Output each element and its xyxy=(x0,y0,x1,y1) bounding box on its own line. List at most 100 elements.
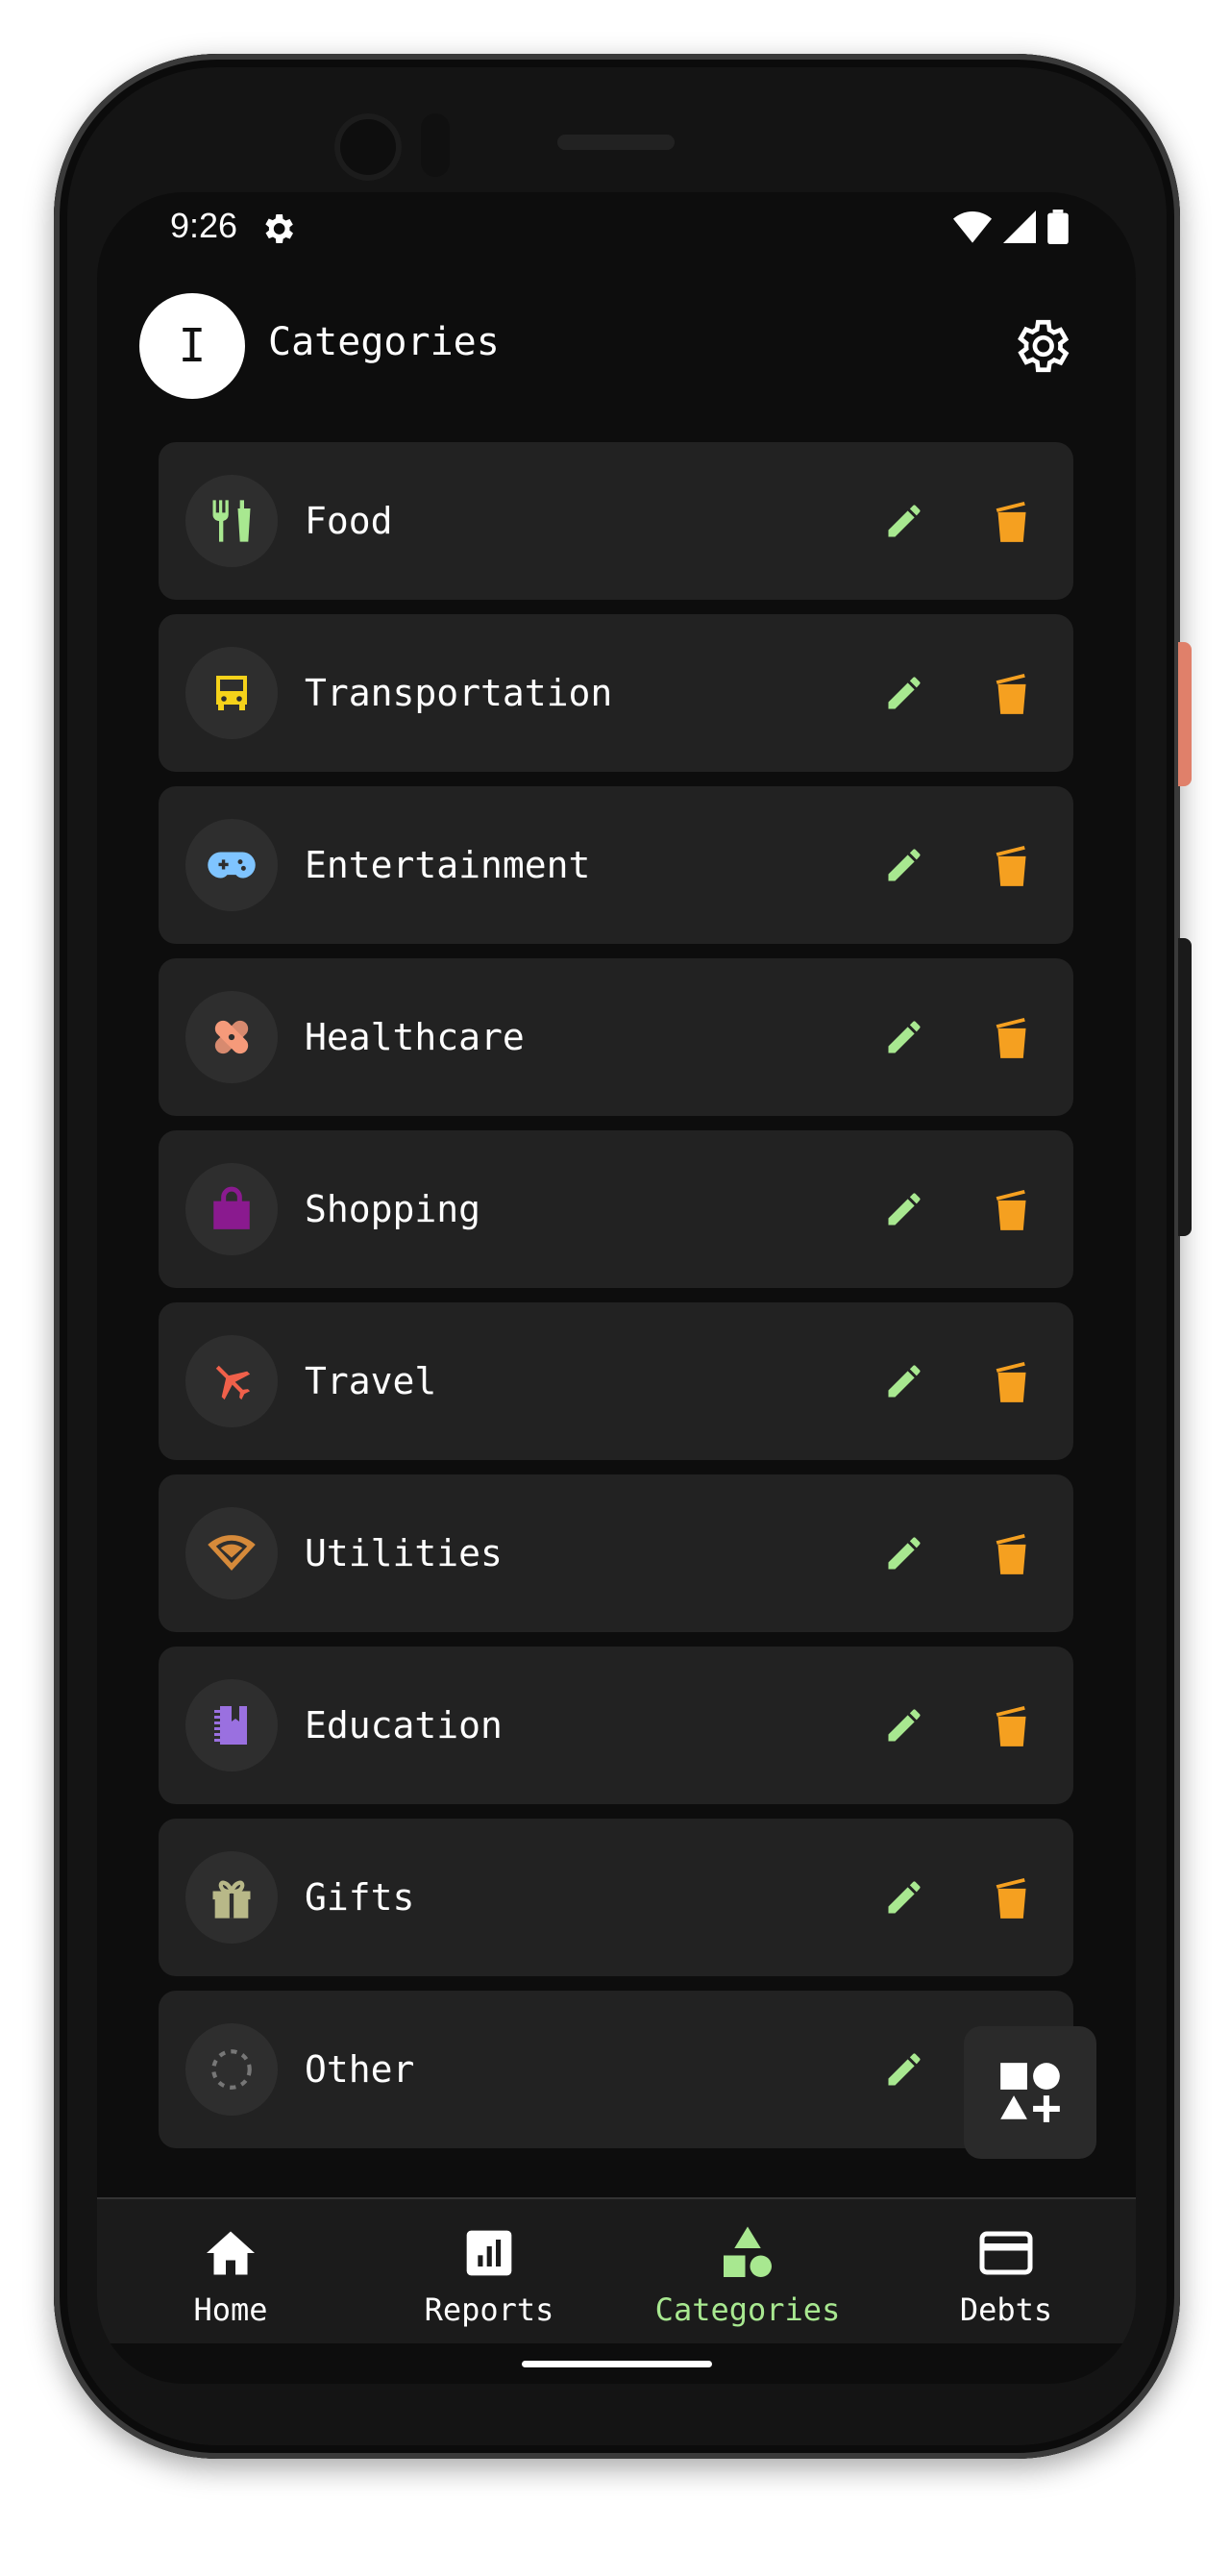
shapes-add-icon xyxy=(1000,2063,1060,2122)
gamepad-icon xyxy=(185,819,278,911)
settings-gear-icon xyxy=(258,210,297,248)
trash-icon xyxy=(996,1534,1026,1574)
category-name: Travel xyxy=(305,1360,437,1402)
category-row-food[interactable]: Food xyxy=(159,442,1073,600)
category-name: Entertainment xyxy=(305,844,591,886)
edit-button[interactable] xyxy=(875,1008,933,1066)
trash-icon xyxy=(996,1878,1026,1919)
category-row-education[interactable]: Education xyxy=(159,1647,1073,1804)
category-row-gifts[interactable]: Gifts xyxy=(159,1819,1073,1976)
categories-icon xyxy=(719,2224,776,2282)
category-row-utilities[interactable]: Utilities xyxy=(159,1474,1073,1632)
add-category-button[interactable] xyxy=(964,2026,1096,2159)
home-icon xyxy=(202,2224,259,2282)
category-row-entertainment[interactable]: Entertainment xyxy=(159,786,1073,944)
edit-button[interactable] xyxy=(875,492,933,550)
app-screen: 9:26 I Categories Food Transportation En… xyxy=(97,192,1136,2384)
delete-button[interactable] xyxy=(983,1180,1041,1238)
trash-icon xyxy=(996,502,1026,542)
delete-button[interactable] xyxy=(983,1352,1041,1410)
category-list: Food Transportation Entertainment Health… xyxy=(159,442,1073,2163)
category-name: Gifts xyxy=(305,1876,415,1919)
category-row-transportation[interactable]: Transportation xyxy=(159,614,1073,772)
reports-icon xyxy=(460,2224,518,2282)
status-bar: 9:26 xyxy=(97,192,1136,260)
trash-icon xyxy=(996,674,1026,714)
pencil-icon xyxy=(888,677,921,709)
page-title: Categories xyxy=(268,320,500,364)
airplane-icon xyxy=(185,1335,278,1427)
edit-button[interactable] xyxy=(875,1180,933,1238)
category-name: Food xyxy=(305,500,393,542)
edit-button[interactable] xyxy=(875,1869,933,1926)
edit-button[interactable] xyxy=(875,836,933,894)
pencil-icon xyxy=(888,1021,921,1053)
pencil-icon xyxy=(888,1193,921,1226)
nav-categories[interactable]: Categories xyxy=(642,2199,853,2343)
category-row-travel[interactable]: Travel xyxy=(159,1302,1073,1460)
delete-button[interactable] xyxy=(983,1524,1041,1582)
gesture-home-indicator[interactable] xyxy=(522,2361,712,2367)
nav-debts[interactable]: Debts xyxy=(900,2199,1112,2343)
proximity-sensor xyxy=(421,113,450,177)
category-row-healthcare[interactable]: Healthcare xyxy=(159,958,1073,1116)
category-name: Shopping xyxy=(305,1188,481,1230)
volume-button xyxy=(1178,938,1192,1236)
pencil-icon xyxy=(888,1709,921,1742)
category-name: Other xyxy=(305,2048,415,2091)
power-button xyxy=(1178,642,1192,786)
shopping-bag-icon xyxy=(185,1163,278,1255)
trash-icon xyxy=(996,846,1026,886)
category-row-shopping[interactable]: Shopping xyxy=(159,1130,1073,1288)
nav-reports[interactable]: Reports xyxy=(383,2199,595,2343)
pencil-icon xyxy=(888,849,921,881)
delete-button[interactable] xyxy=(983,1869,1041,1926)
trash-icon xyxy=(996,1190,1026,1230)
delete-button[interactable] xyxy=(983,664,1041,722)
nav-label: Categories xyxy=(654,2291,841,2328)
delete-button[interactable] xyxy=(983,1697,1041,1754)
avatar[interactable]: I xyxy=(139,293,245,399)
signal-icon xyxy=(1003,211,1036,247)
notebook-icon xyxy=(185,1679,278,1771)
bottom-navigation: Home Reports Categories Debts xyxy=(97,2197,1136,2343)
dashed-circle-icon xyxy=(185,2023,278,2116)
wifi-icon xyxy=(953,211,992,247)
bandage-icon xyxy=(185,991,278,1083)
category-row-other[interactable]: Other xyxy=(159,1991,1073,2148)
delete-button[interactable] xyxy=(983,1008,1041,1066)
battery-icon xyxy=(1047,210,1069,248)
nav-label: Home xyxy=(193,2291,268,2328)
status-time: 9:26 xyxy=(170,206,238,245)
pencil-icon xyxy=(888,1365,921,1398)
delete-button[interactable] xyxy=(983,492,1041,550)
pencil-icon xyxy=(888,1881,921,1914)
nav-home[interactable]: Home xyxy=(125,2199,336,2343)
pencil-icon xyxy=(888,1537,921,1570)
nav-label: Reports xyxy=(424,2291,554,2328)
trash-icon xyxy=(996,1706,1026,1746)
category-name: Utilities xyxy=(305,1532,503,1574)
edit-button[interactable] xyxy=(875,1352,933,1410)
category-name: Transportation xyxy=(305,672,613,714)
edit-button[interactable] xyxy=(875,1697,933,1754)
trash-icon xyxy=(996,1362,1026,1402)
front-camera xyxy=(334,113,402,181)
settings-button[interactable] xyxy=(1009,314,1072,378)
utensils-icon xyxy=(185,475,278,567)
edit-button[interactable] xyxy=(875,2041,933,2098)
avatar-letter: I xyxy=(178,319,207,373)
credit-card-icon xyxy=(977,2224,1035,2282)
trash-icon xyxy=(996,1018,1026,1058)
delete-button[interactable] xyxy=(983,836,1041,894)
top-app-bar: I Categories xyxy=(97,293,1136,399)
edit-button[interactable] xyxy=(875,1524,933,1582)
settings-icon xyxy=(1018,319,1070,373)
category-name: Healthcare xyxy=(305,1016,525,1058)
bus-icon xyxy=(185,647,278,739)
edit-button[interactable] xyxy=(875,664,933,722)
nav-label: Debts xyxy=(959,2291,1053,2328)
pencil-icon xyxy=(888,2053,921,2086)
pencil-icon xyxy=(888,505,921,537)
category-name: Education xyxy=(305,1704,503,1746)
